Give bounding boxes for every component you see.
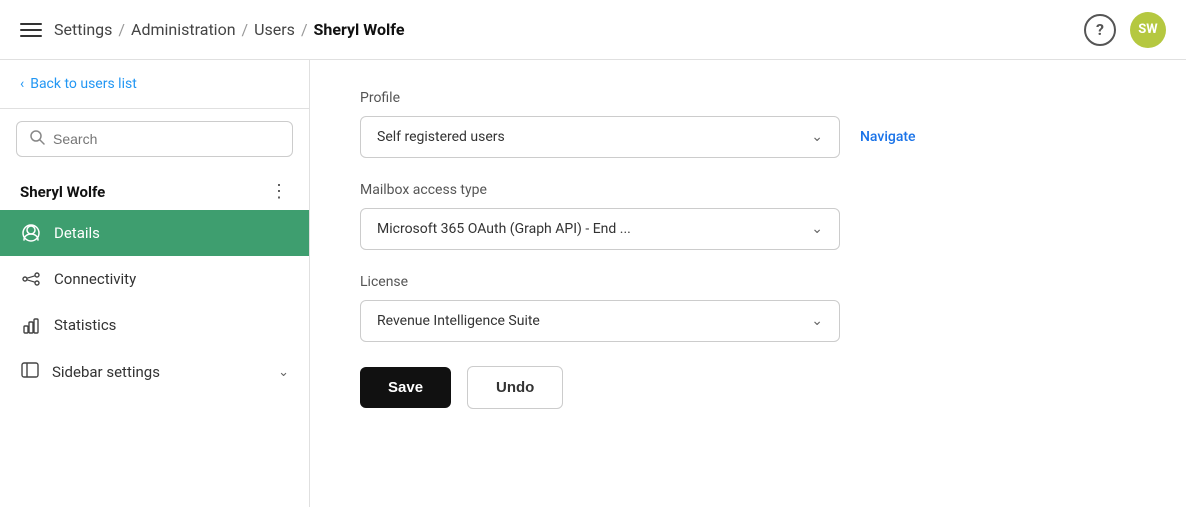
navigate-link[interactable]: Navigate	[860, 129, 916, 145]
app-header: Settings / Administration / Users / Sher…	[0, 0, 1186, 60]
license-section: License Revenue Intelligence Suite ⌄	[360, 274, 1136, 342]
license-dropdown-chevron-icon: ⌄	[811, 313, 823, 329]
details-label: Details	[54, 224, 100, 242]
statistics-icon	[20, 314, 42, 336]
undo-button[interactable]: Undo	[467, 366, 563, 409]
sidebar-item-sidebar-settings[interactable]: Sidebar settings ⌄	[0, 348, 309, 396]
mailbox-section: Mailbox access type Microsoft 365 OAuth …	[360, 182, 1136, 250]
license-label: License	[360, 274, 1136, 290]
user-name-label: Sheryl Wolfe	[20, 183, 105, 201]
chevron-down-icon: ⌄	[278, 365, 289, 380]
user-row: Sheryl Wolfe ⋮	[0, 173, 309, 210]
connectivity-icon	[20, 268, 42, 290]
sidebar-settings-icon	[20, 360, 40, 384]
breadcrumb-administration[interactable]: Administration	[131, 20, 236, 39]
breadcrumb-current-user: Sheryl Wolfe	[314, 20, 405, 39]
sidebar-item-connectivity[interactable]: Connectivity	[0, 256, 309, 302]
breadcrumb-users[interactable]: Users	[254, 20, 295, 39]
hamburger-menu-button[interactable]	[20, 23, 42, 37]
profile-dropdown-value: Self registered users	[377, 129, 505, 145]
license-dropdown-value: Revenue Intelligence Suite	[377, 313, 540, 329]
license-dropdown[interactable]: Revenue Intelligence Suite ⌄	[360, 300, 840, 342]
mailbox-dropdown-value: Microsoft 365 OAuth (Graph API) - End ..…	[377, 221, 631, 237]
sidebar-item-statistics[interactable]: Statistics	[0, 302, 309, 348]
sidebar-settings-label: Sidebar settings	[52, 363, 160, 381]
mailbox-dropdown[interactable]: Microsoft 365 OAuth (Graph API) - End ..…	[360, 208, 840, 250]
header-left: Settings / Administration / Users / Sher…	[20, 20, 404, 39]
sidebar: ‹ Back to users list Sheryl Wolfe ⋮	[0, 60, 310, 507]
breadcrumb-settings[interactable]: Settings	[54, 20, 112, 39]
profile-section: Profile Self registered users ⌄ Navigate	[360, 90, 1136, 158]
save-button[interactable]: Save	[360, 367, 451, 408]
profile-dropdown[interactable]: Self registered users ⌄	[360, 116, 840, 158]
header-right: ? SW	[1084, 12, 1166, 48]
main-layout: ‹ Back to users list Sheryl Wolfe ⋮	[0, 60, 1186, 507]
help-button[interactable]: ?	[1084, 14, 1116, 46]
sidebar-item-details[interactable]: Details	[0, 210, 309, 256]
profile-label: Profile	[360, 90, 1136, 106]
mailbox-dropdown-chevron-icon: ⌄	[811, 221, 823, 237]
back-to-users-link[interactable]: ‹ Back to users list	[0, 60, 309, 109]
main-content: Profile Self registered users ⌄ Navigate…	[310, 60, 1186, 507]
details-icon	[20, 222, 42, 244]
form-actions: Save Undo	[360, 366, 1136, 409]
back-arrow-icon: ‹	[20, 76, 24, 92]
search-icon	[29, 129, 45, 149]
more-options-button[interactable]: ⋮	[270, 181, 289, 202]
connectivity-label: Connectivity	[54, 270, 136, 288]
search-input[interactable]	[53, 131, 280, 147]
mailbox-label: Mailbox access type	[360, 182, 1136, 198]
profile-dropdown-chevron-icon: ⌄	[811, 129, 823, 145]
profile-dropdown-row: Self registered users ⌄ Navigate	[360, 116, 1136, 158]
statistics-label: Statistics	[54, 316, 116, 334]
back-link-label: Back to users list	[30, 76, 137, 92]
search-box[interactable]	[16, 121, 293, 157]
avatar[interactable]: SW	[1130, 12, 1166, 48]
breadcrumb: Settings / Administration / Users / Sher…	[54, 20, 404, 39]
